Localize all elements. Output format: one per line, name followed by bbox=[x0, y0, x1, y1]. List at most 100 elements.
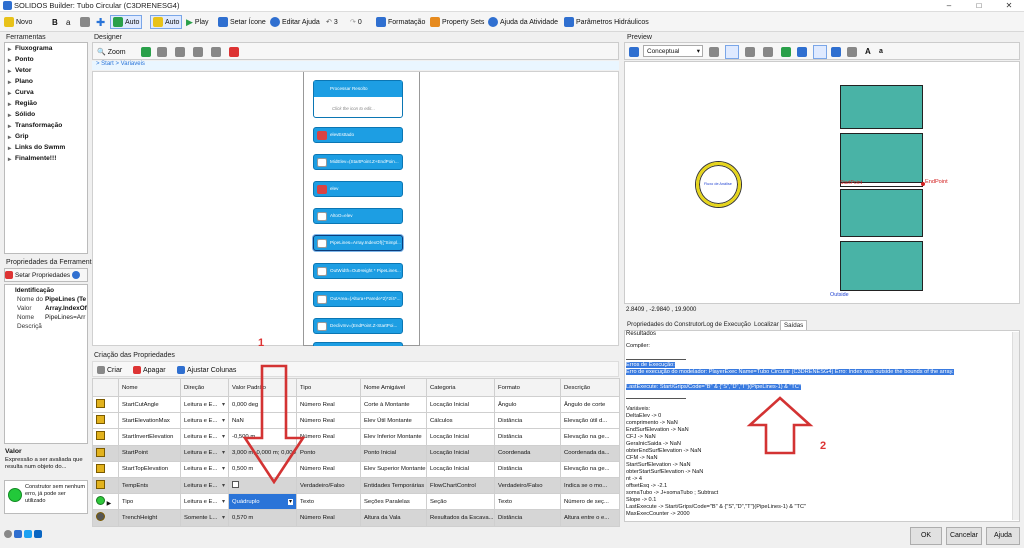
col-header[interactable]: Categoria bbox=[426, 378, 495, 397]
delete-icon[interactable] bbox=[229, 47, 239, 57]
select-icon[interactable] bbox=[141, 47, 151, 57]
tree-item[interactable]: Sólido bbox=[8, 111, 35, 119]
link-button[interactable] bbox=[80, 15, 90, 29]
cell[interactable]: Número Real bbox=[296, 428, 361, 446]
flow-node-selected[interactable]: PipeLines=Array.IndexOf({"Simpl... bbox=[313, 235, 403, 251]
cell[interactable]: StartTopElevation bbox=[118, 460, 181, 478]
close-icon[interactable]: ✕ bbox=[994, 0, 1024, 12]
auto-toggle-1[interactable]: Auto bbox=[110, 15, 143, 29]
formatacao-button[interactable]: Formatação bbox=[376, 15, 425, 29]
view-style-select[interactable]: Conceptual ▾ bbox=[643, 45, 703, 57]
cell[interactable]: Cálculos bbox=[426, 412, 495, 430]
table-row[interactable]: StartTopElevation Leitura e E... ▾ 0,500 … bbox=[92, 460, 620, 478]
cell[interactable]: Distância bbox=[494, 509, 561, 527]
table-row[interactable]: StartPoint Leitura e E... ▾ 3,000 m; 0,00… bbox=[92, 444, 620, 462]
redo-button[interactable]: ↷ 0 bbox=[350, 15, 362, 29]
col-header[interactable] bbox=[92, 378, 119, 397]
breadcrumb[interactable]: > Start > Variaveis bbox=[92, 61, 619, 70]
cell[interactable]: Distância bbox=[494, 428, 561, 446]
chevron-down-icon[interactable]: ▾ bbox=[222, 483, 225, 489]
preview-viewport[interactable] bbox=[624, 61, 1020, 304]
tab-log-execucao[interactable]: Log de Execução bbox=[700, 320, 754, 329]
apagar-button[interactable]: Apagar bbox=[133, 363, 166, 377]
cell[interactable]: Indica se o mo... bbox=[560, 476, 620, 495]
col-header[interactable]: Nome Amigável bbox=[360, 378, 427, 397]
property-sets-button[interactable]: Property Sets bbox=[430, 15, 484, 29]
pan-icon[interactable] bbox=[763, 47, 773, 57]
tree-item[interactable]: Grip bbox=[8, 133, 28, 141]
grid-icon[interactable] bbox=[797, 47, 807, 57]
ok-button[interactable]: OK bbox=[910, 527, 942, 545]
screenshot-icon[interactable] bbox=[847, 47, 857, 57]
axes-icon[interactable] bbox=[781, 47, 791, 57]
print-icon[interactable] bbox=[211, 47, 221, 57]
cancelar-button[interactable]: Cancelar bbox=[946, 527, 982, 545]
col-header[interactable]: Nome bbox=[118, 378, 181, 397]
paste-icon[interactable] bbox=[193, 47, 203, 57]
cell[interactable]: Resultados da Escava... bbox=[426, 509, 495, 527]
ajustar-colunas-button[interactable]: Ajustar Colunas bbox=[177, 363, 236, 377]
cell[interactable]: StartElevationMax bbox=[118, 412, 181, 430]
chevron-down-icon[interactable]: ▾ bbox=[222, 499, 225, 505]
cell[interactable]: 0,570 m bbox=[228, 509, 297, 527]
font-size-button[interactable]: a bbox=[66, 15, 70, 29]
cell[interactable]: FlowChartControl bbox=[426, 476, 495, 495]
tree-item[interactable]: Plano bbox=[8, 78, 33, 86]
twitter-icon[interactable] bbox=[24, 530, 32, 538]
cell[interactable]: Locação Inicial bbox=[426, 395, 495, 414]
flow-node[interactable]: DeclivInv=(EndPoint.Z-StartPoi... bbox=[313, 318, 403, 334]
cell[interactable]: Altura entre o e... bbox=[560, 509, 620, 527]
cell[interactable]: Verdadeiro/Falso bbox=[494, 476, 561, 495]
hand-icon[interactable] bbox=[813, 45, 827, 59]
tree-item[interactable]: Finalmente!!! bbox=[8, 155, 56, 163]
cell[interactable]: Locação Inicial bbox=[426, 460, 495, 478]
auto-toggle-2[interactable]: Auto bbox=[150, 15, 183, 29]
cell[interactable]: Leitura e E... ▾ bbox=[180, 476, 229, 495]
end-point-marker[interactable] bbox=[921, 182, 925, 186]
col-header[interactable]: Formato bbox=[494, 378, 561, 397]
tab-saidas[interactable]: Saídas bbox=[780, 320, 808, 330]
cell[interactable]: Elevação na ge... bbox=[560, 460, 620, 478]
cell[interactable]: StartPoint bbox=[118, 444, 181, 462]
table-row[interactable]: TrenchHeight Somente L... ▾ 0,570 m Númer… bbox=[92, 509, 620, 527]
chevron-down-icon[interactable]: ▾ bbox=[222, 418, 225, 424]
log-line-selected[interactable]: Erro de execução do modelador: PlayerExe… bbox=[626, 369, 954, 375]
cell[interactable]: Leitura e E... ▾ bbox=[180, 444, 229, 462]
maximize-icon[interactable]: □ bbox=[964, 0, 994, 12]
col-header[interactable]: Direção bbox=[180, 378, 229, 397]
view-cube-icon[interactable] bbox=[725, 45, 739, 59]
cell[interactable]: Altura da Vala bbox=[360, 509, 427, 527]
share-icon[interactable] bbox=[4, 530, 12, 538]
cell[interactable]: TempEnts bbox=[118, 476, 181, 495]
cell[interactable]: Corte à Montante bbox=[360, 395, 427, 414]
ajuda-button[interactable]: Ajuda bbox=[986, 527, 1020, 545]
log-line-selected[interactable]: LastExecute: Start/Grips/Code="B" & {"S"… bbox=[626, 384, 801, 390]
table-row[interactable]: StartInvertElevation Leitura e E... ▾ -0,… bbox=[92, 428, 620, 446]
flow-node[interactable]: OutArea=(Altura+Parede*2)*2/4*... bbox=[313, 291, 403, 307]
chevron-down-icon[interactable]: ▾ bbox=[222, 515, 225, 521]
process-block[interactable]: Processar Resolto Click the icon to edit… bbox=[313, 80, 403, 118]
chevron-down-icon[interactable]: ▾ bbox=[222, 402, 225, 408]
cell[interactable]: Entidades Temporárias bbox=[360, 476, 427, 495]
tab-propriedades-construtor[interactable]: Propriedades do Construtor bbox=[624, 320, 706, 329]
cell[interactable]: Texto bbox=[494, 493, 561, 511]
flow-node[interactable]: elev bbox=[313, 181, 403, 197]
cell[interactable]: Distância bbox=[494, 460, 561, 478]
table-row[interactable]: TempEnts Leitura e E... ▾ Verdadeiro/Fals… bbox=[92, 476, 620, 495]
cell[interactable]: Seções Paralelas bbox=[360, 493, 427, 511]
setar-propriedades-button[interactable]: Setar Propriedades bbox=[4, 268, 88, 282]
tree-item[interactable]: Fluxograma bbox=[8, 45, 52, 53]
cell[interactable]: Tipo bbox=[118, 493, 181, 511]
cell[interactable]: Ponto bbox=[296, 444, 361, 462]
cut-icon[interactable] bbox=[175, 47, 185, 57]
cell[interactable]: Texto bbox=[296, 493, 361, 511]
cell[interactable]: Número de seç... bbox=[560, 493, 620, 511]
col-header[interactable]: Descrição bbox=[560, 378, 620, 397]
cell[interactable]: Número Real bbox=[296, 412, 361, 430]
chevron-down-icon[interactable]: ▾ bbox=[222, 466, 225, 472]
copy-icon[interactable] bbox=[157, 47, 167, 57]
cell[interactable]: Leitura e E... ▾ bbox=[180, 428, 229, 446]
dropdown-cell-selected[interactable]: Quádruplo ▾ bbox=[228, 493, 297, 511]
cell[interactable]: Somente L... ▾ bbox=[180, 509, 229, 527]
ajuda-atividade-button[interactable]: Ajuda da Atividade bbox=[488, 15, 558, 29]
